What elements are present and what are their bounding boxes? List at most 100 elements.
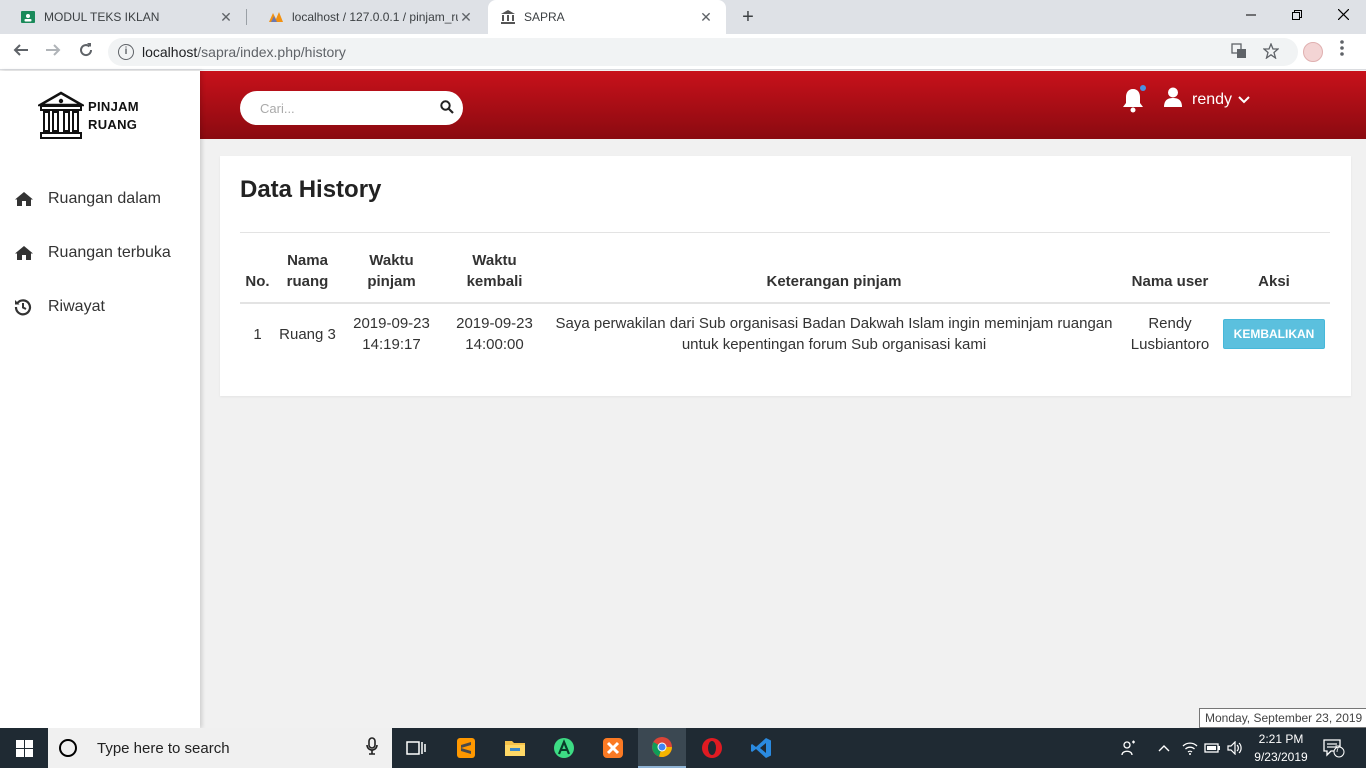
sidebar-item-ruangan-terbuka[interactable]: Ruangan terbuka — [14, 244, 171, 262]
new-tab-button[interactable]: + — [736, 5, 760, 29]
username-label: rendy — [1192, 90, 1233, 108]
home-icon — [14, 244, 36, 262]
phpmyadmin-icon — [268, 9, 284, 25]
history-table: No. Nama ruang Waktu pinjam Waktu kembal… — [240, 244, 1330, 364]
translate-icon[interactable] — [1231, 43, 1247, 63]
notification-bell-icon[interactable] — [1122, 85, 1146, 113]
chevron-up-icon[interactable] — [1154, 728, 1174, 768]
file-explorer-icon[interactable] — [491, 728, 539, 768]
column-header: Aksi — [1218, 244, 1330, 304]
user-icon — [1164, 87, 1182, 112]
restore-icon[interactable] — [1274, 0, 1320, 30]
browser-tab-sapra[interactable]: SAPRA ✕ — [488, 0, 726, 34]
divider — [240, 232, 1330, 233]
tab-title: localhost / 127.0.0.1 / pinjam_ruang — [292, 10, 458, 24]
volume-icon[interactable] — [1225, 728, 1245, 768]
wifi-icon[interactable] — [1180, 728, 1200, 768]
address-bar[interactable]: i localhost/sapra/index.php/history — [108, 38, 1298, 66]
taskbar-search[interactable]: Type here to search — [48, 728, 392, 768]
forward-arrow-icon[interactable] — [41, 40, 65, 64]
sidebar-item-ruangan-dalam[interactable]: Ruangan dalam — [14, 190, 161, 208]
column-header: Keterangan pinjam — [546, 244, 1122, 304]
menu-dots-icon[interactable] — [1340, 40, 1344, 61]
column-header: Waktu kembali — [443, 244, 546, 304]
reload-icon[interactable] — [74, 40, 98, 64]
browser-toolbar: i localhost/sapra/index.php/history — [0, 34, 1366, 70]
user-menu[interactable]: rendy — [1164, 87, 1250, 112]
cell-waktu-kembali: 2019-09-23 14:00:00 — [456, 315, 533, 353]
sidebar-item-label: Ruangan terbuka — [48, 244, 171, 261]
classroom-icon — [20, 9, 36, 25]
top-navbar: rendy — [200, 71, 1366, 139]
minimize-icon[interactable] — [1228, 0, 1274, 30]
browser-tab-phpmyadmin[interactable]: localhost / 127.0.0.1 / pinjam_ruang ✕ — [248, 0, 486, 34]
system-clock[interactable]: 2:21 PM 9/23/2019 — [1248, 730, 1314, 766]
tab-close-icon[interactable]: ✕ — [698, 9, 714, 26]
brand-line-1: PINJAM — [88, 99, 139, 114]
sidebar-item-label: Ruangan dalam — [48, 190, 161, 207]
page-title: Data History — [240, 176, 382, 203]
date-tooltip: Monday, September 23, 2019 — [1199, 708, 1366, 728]
profile-avatar[interactable] — [1303, 42, 1323, 62]
tab-title: MODUL TEKS IKLAN — [44, 10, 160, 24]
tab-close-icon[interactable]: ✕ — [458, 9, 474, 26]
action-center-icon[interactable]: 7 — [1322, 728, 1346, 768]
table-header-row: No. Nama ruang Waktu pinjam Waktu kembal… — [240, 244, 1330, 304]
browser-tab-modul[interactable]: MODUL TEKS IKLAN ✕ — [0, 0, 246, 34]
bank-icon — [500, 9, 516, 25]
cell-no: 1 — [253, 325, 262, 343]
taskbar-search-text: Type here to search — [97, 739, 230, 757]
battery-icon[interactable] — [1202, 728, 1222, 768]
browser-tabstrip: MODUL TEKS IKLAN ✕ localhost / 127.0.0.1… — [0, 0, 1366, 34]
vscode-icon[interactable] — [737, 728, 785, 768]
people-icon[interactable] — [1118, 728, 1140, 768]
brand-name: PINJAM RUANG — [88, 98, 139, 134]
column-header: Waktu pinjam — [340, 244, 443, 304]
search-icon[interactable] — [440, 100, 454, 119]
url-host: localhost — [142, 44, 198, 60]
column-header: No. — [240, 244, 275, 304]
tab-title: SAPRA — [524, 10, 565, 24]
brand-logo[interactable]: PINJAM RUANG — [38, 91, 139, 141]
clock-date: 9/23/2019 — [1254, 750, 1308, 764]
sublime-text-icon[interactable] — [442, 728, 490, 768]
sidebar-item-riwayat[interactable]: Riwayat — [14, 298, 105, 316]
sidebar: PINJAM RUANG Ruangan dalam Ruangan terbu… — [0, 71, 200, 728]
column-header: Nama user — [1122, 244, 1218, 304]
table-row: 1 Ruang 3 2019-09-23 14:19:17 2019-09-23… — [240, 303, 1330, 364]
cell-nama-ruang: Ruang 3 — [279, 325, 336, 343]
page: rendy PINJAM RUANG — [0, 71, 1366, 728]
bookmark-star-icon[interactable] — [1262, 42, 1280, 63]
windows-start-icon[interactable] — [0, 728, 48, 768]
cortana-icon — [59, 739, 77, 757]
chrome-icon[interactable] — [638, 728, 686, 768]
xampp-icon[interactable] — [589, 728, 637, 768]
tab-close-icon[interactable]: ✕ — [218, 9, 234, 26]
column-header: Nama ruang — [275, 244, 340, 304]
history-card: Data History No. Nama ruang Waktu pinjam… — [220, 156, 1351, 396]
android-studio-icon[interactable] — [540, 728, 588, 768]
brand-line-2: RUANG — [88, 117, 138, 132]
taskbar: Type here to search 2:21 PM 9/23/2019 7 — [0, 728, 1366, 768]
task-view-icon[interactable] — [392, 728, 440, 768]
search-box — [240, 91, 463, 125]
home-icon — [14, 190, 36, 208]
search-input[interactable] — [260, 99, 430, 117]
close-window-icon[interactable] — [1320, 0, 1366, 30]
back-arrow-icon[interactable] — [9, 40, 33, 64]
bank-building-icon — [38, 91, 84, 139]
site-info-icon[interactable]: i — [118, 44, 134, 60]
cell-waktu-pinjam: 2019-09-23 14:19:17 — [353, 315, 430, 353]
cell-nama-user: Rendy Lusbiantoro — [1130, 315, 1210, 353]
url-text[interactable]: localhost/sapra/index.php/history — [142, 44, 346, 60]
history-icon — [14, 298, 36, 316]
kembalikan-button[interactable]: KEMBALIKAN — [1222, 319, 1326, 349]
url-path: /sapra/index.php/history — [197, 44, 346, 60]
microphone-icon[interactable] — [366, 736, 378, 760]
notification-count: 7 — [1335, 744, 1341, 754]
cell-aksi: KEMBALIKAN — [1218, 303, 1330, 364]
tab-separator — [246, 9, 247, 25]
opera-icon[interactable] — [688, 728, 736, 768]
cell-keterangan: Saya perwakilan dari Sub organisasi Bada… — [555, 315, 1113, 353]
sidebar-item-label: Riwayat — [48, 298, 105, 315]
